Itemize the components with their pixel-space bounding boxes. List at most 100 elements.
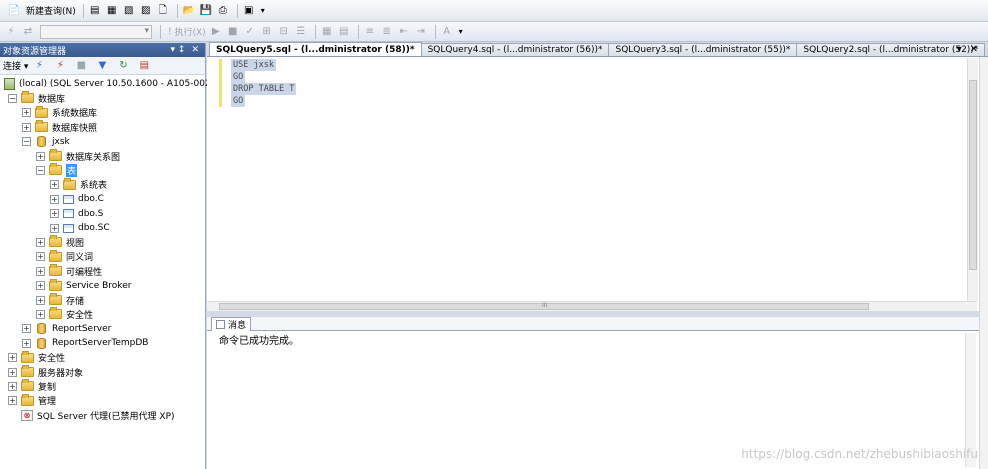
new-query-button[interactable]: 📄 新建查询(N)	[4, 3, 79, 19]
tab-sqlquery5[interactable]: SQLQuery5.sql - (l...dministrator (58))*	[209, 42, 422, 56]
expand-icon[interactable]: +	[36, 281, 45, 291]
results-to-grid-icon[interactable]: ▦	[320, 25, 334, 39]
save-icon[interactable]: 💾	[199, 4, 213, 18]
tree-node[interactable]: (local) (SQL Server 10.50.1600 - A105-00…	[4, 77, 220, 91]
stop-icon[interactable]: ■	[74, 59, 88, 73]
collapse-icon[interactable]: −	[8, 93, 17, 103]
tree-node[interactable]: + 数据库关系图	[36, 149, 120, 163]
tree-node[interactable]: − jxsk	[22, 135, 70, 149]
tree-node[interactable]: ⊗ SQL Server 代理(已禁用代理 XP)	[8, 408, 175, 422]
tree-node[interactable]: + dbo.S	[50, 207, 103, 221]
tree-node[interactable]: + dbo.SC	[50, 221, 110, 235]
pin-icon[interactable]: ▾ ↕	[171, 45, 186, 55]
summary-icon[interactable]: ▤	[137, 59, 151, 73]
tree-node[interactable]: + 系统表	[50, 177, 107, 192]
specify-values-icon[interactable]: A	[440, 25, 454, 39]
xmla-query-icon[interactable]: ▨	[139, 4, 153, 18]
database-engine-query-icon[interactable]: ▤	[88, 4, 102, 18]
tree-node[interactable]: + 存储	[36, 293, 84, 307]
expand-icon[interactable]: +	[8, 353, 17, 363]
message-icon	[216, 320, 225, 329]
decrease-indent-icon[interactable]: ⇤	[397, 25, 411, 39]
scrollbar-thumb[interactable]	[969, 80, 977, 270]
connect-icon[interactable]: ⚡	[32, 59, 46, 73]
parse-icon[interactable]: ✓	[243, 25, 257, 39]
expand-icon[interactable]: +	[8, 381, 17, 391]
folder-icon	[21, 379, 34, 392]
tree-node[interactable]: + dbo.C	[50, 192, 104, 206]
refresh-icon[interactable]: ↻	[116, 59, 130, 73]
tree-node[interactable]: + ReportServerTempDB	[22, 336, 148, 350]
expand-icon[interactable]: +	[22, 338, 31, 348]
editor-vertical-scrollbar[interactable]	[967, 58, 978, 301]
execute-button[interactable]: ! 执行(X)	[168, 25, 206, 39]
tree-node[interactable]: + 安全性	[8, 350, 65, 365]
tab-messages[interactable]: 消息	[211, 317, 252, 331]
toolbar-overflow-icon[interactable]: ▾	[459, 27, 463, 36]
expand-icon[interactable]: +	[50, 223, 59, 233]
expand-icon[interactable]: +	[36, 266, 45, 276]
change-connection-icon[interactable]: ⇄	[21, 25, 35, 39]
tree-node[interactable]: + 复制	[8, 379, 56, 393]
tree-node[interactable]: + 管理	[8, 393, 56, 408]
collapse-icon[interactable]: −	[36, 165, 45, 175]
tree-node[interactable]: + Service Broker	[36, 278, 131, 293]
tab-sqlquery3[interactable]: SQLQuery3.sql - (l...dministrator (55))*	[608, 43, 798, 56]
tree-node[interactable]: + 同义词	[36, 249, 93, 264]
tab-sqlquery4[interactable]: SQLQuery4.sql - (l...dministrator (56))*	[420, 43, 610, 56]
mdx-query-icon[interactable]: ▧	[122, 4, 136, 18]
display-plan-icon[interactable]: ⊞	[260, 25, 274, 39]
expand-icon[interactable]: +	[36, 252, 45, 262]
tree-node[interactable]: + 数据库快照	[22, 120, 97, 134]
expand-icon[interactable]: +	[36, 237, 45, 247]
expand-icon[interactable]: +	[36, 309, 45, 319]
close-tab-icon[interactable]: ✕	[970, 44, 978, 55]
tree-node[interactable]: + 安全性	[36, 307, 93, 321]
expand-icon[interactable]: +	[22, 108, 31, 118]
comment-icon[interactable]: ≡	[363, 25, 377, 39]
toolbar-overflow-icon[interactable]: ▾	[261, 6, 265, 15]
expand-icon[interactable]: +	[22, 324, 31, 334]
query-designer-icon[interactable]: ⊟	[277, 25, 291, 39]
results-to-text-icon[interactable]: ☰	[294, 25, 308, 39]
results-to-file-icon[interactable]: ▤	[337, 25, 351, 39]
tree-node[interactable]: − 表	[36, 163, 78, 177]
expand-icon[interactable]: +	[8, 396, 17, 406]
activity-monitor-icon[interactable]: ▣	[242, 4, 256, 18]
database-icon	[37, 337, 46, 349]
debug-icon[interactable]: ▶	[209, 25, 223, 39]
expand-icon[interactable]: +	[50, 209, 59, 219]
expand-icon[interactable]: +	[8, 367, 17, 377]
close-icon[interactable]: ✕	[191, 45, 199, 55]
tree-node[interactable]: + 可编程性	[36, 264, 102, 278]
disconnect-icon[interactable]: ⚡	[53, 59, 67, 73]
expand-icon[interactable]: +	[36, 151, 45, 161]
uncomment-icon[interactable]: ≣	[380, 25, 394, 39]
expand-icon[interactable]: +	[36, 295, 45, 305]
editor-horizontal-scrollbar[interactable]: III	[207, 301, 977, 311]
tree-node[interactable]: + 视图	[36, 235, 84, 249]
collapse-icon[interactable]: −	[22, 137, 31, 147]
toolbar-separator	[82, 3, 84, 18]
tree-node[interactable]: + 服务器对象	[8, 365, 83, 379]
analysis-query-icon[interactable]: ▦	[105, 4, 119, 18]
cancel-query-icon[interactable]: ■	[226, 25, 240, 39]
open-folder-icon[interactable]: 📂	[182, 4, 196, 18]
database-select[interactable]	[40, 24, 152, 39]
increase-indent-icon[interactable]: ⇥	[414, 25, 428, 39]
tree-node[interactable]: + ReportServer	[22, 322, 111, 336]
expand-icon[interactable]: +	[22, 122, 31, 132]
expand-icon[interactable]: +	[50, 194, 59, 204]
tree-node-label: dbo.S	[78, 208, 104, 219]
expand-icon[interactable]: +	[50, 180, 59, 190]
tree-node[interactable]: + 系统数据库	[22, 105, 97, 120]
print-icon[interactable]: ⎙	[216, 4, 230, 18]
connect-dropdown[interactable]: 连接 ▾	[3, 59, 28, 72]
sql-code-editor[interactable]: USE jxsk GO DROP TABLE T GO	[207, 58, 967, 301]
connect-icon[interactable]: ⚡	[4, 25, 18, 39]
tab-list-dropdown-icon[interactable]: ▾	[957, 44, 962, 55]
filter-icon[interactable]: ▼	[95, 59, 109, 73]
scrollbar-thumb[interactable]: III	[219, 302, 869, 310]
new-file-icon[interactable]: 🗋	[156, 4, 170, 18]
tree-node[interactable]: − 数据库	[8, 91, 65, 105]
